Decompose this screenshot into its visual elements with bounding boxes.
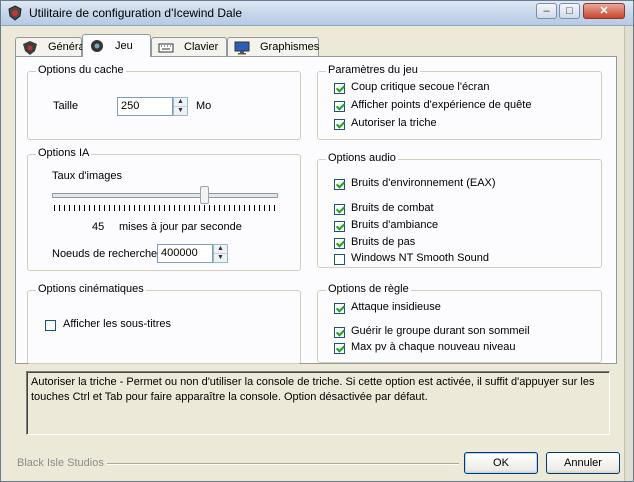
minimize-button[interactable]: – bbox=[536, 3, 557, 19]
frame-rate-value: 45 bbox=[92, 221, 105, 233]
monitor-icon bbox=[234, 41, 250, 55]
group-audio: Options audio Bruits d'environnement (EA… bbox=[317, 152, 602, 268]
audio-label-3[interactable]: Bruits de pas bbox=[351, 236, 415, 248]
rules-label-1[interactable]: Guérir le groupe durant son sommeil bbox=[351, 325, 530, 337]
maximize-icon: □ bbox=[566, 5, 573, 17]
spin-up-icon[interactable]: ▲ bbox=[214, 245, 227, 254]
slider-ticks bbox=[54, 205, 276, 211]
group-title: Paramètres du jeu bbox=[326, 64, 420, 76]
group-cache: Options du cache Taille 250 ▲ ▼ Mo bbox=[27, 64, 301, 140]
pathfinding-input[interactable]: 400000 bbox=[157, 244, 213, 263]
tab-label: Clavier bbox=[184, 41, 219, 53]
audio-checkbox-1[interactable] bbox=[334, 204, 345, 215]
subtitles-label[interactable]: Afficher les sous-titres bbox=[63, 318, 171, 330]
cache-size-label: Taille bbox=[53, 100, 79, 112]
close-icon: ✕ bbox=[599, 5, 609, 17]
cancel-button[interactable]: Annuler bbox=[546, 452, 620, 474]
frame-rate-unit: mises à jour par seconde bbox=[119, 221, 242, 233]
app-icon bbox=[8, 5, 22, 21]
audio-checkbox-2[interactable] bbox=[334, 221, 345, 232]
footer-divider bbox=[107, 463, 459, 465]
keyboard-icon bbox=[158, 43, 174, 53]
spin-up-icon[interactable]: ▲ bbox=[174, 98, 187, 107]
cache-size-unit: Mo bbox=[196, 100, 212, 112]
minimize-icon: – bbox=[543, 5, 550, 17]
frame-rate-label: Taux d'images bbox=[52, 170, 122, 182]
frame-rate-slider[interactable] bbox=[52, 186, 278, 213]
game-checkbox-2[interactable] bbox=[334, 119, 345, 130]
tab-clavier[interactable]: Clavier bbox=[151, 37, 227, 56]
group-title: Options du cache bbox=[36, 64, 126, 76]
company-label: Black Isle Studios bbox=[17, 457, 104, 469]
gear-icon bbox=[91, 40, 103, 52]
audio-label-0[interactable]: Bruits d'environnement (EAX) bbox=[351, 177, 496, 189]
audio-checkbox-3[interactable] bbox=[334, 238, 345, 249]
pathfinding-spinner[interactable]: ▲ ▼ bbox=[213, 244, 228, 263]
game-label-2[interactable]: Autoriser la triche bbox=[351, 117, 437, 129]
ok-button[interactable]: OK bbox=[464, 452, 538, 474]
group-ai: Options IA Taux d'images 45 mises à jour… bbox=[27, 147, 301, 271]
audio-label-2[interactable]: Bruits d'ambiance bbox=[351, 219, 438, 231]
group-rules: Options de règle Attaque insidieuse Guér… bbox=[317, 283, 602, 363]
group-title: Options audio bbox=[326, 152, 398, 164]
rules-label-2[interactable]: Max pv à chaque nouveau niveau bbox=[351, 341, 516, 353]
tab-general[interactable]: Général bbox=[15, 37, 87, 56]
shield-icon bbox=[23, 41, 37, 55]
group-title: Options IA bbox=[36, 147, 92, 159]
pathfinding-label: Noeuds de recherche bbox=[52, 248, 158, 260]
rules-checkbox-2[interactable] bbox=[334, 343, 345, 354]
rules-checkbox-0[interactable] bbox=[334, 303, 345, 314]
audio-label-1[interactable]: Bruits de combat bbox=[351, 202, 434, 214]
window-title: Utilitaire de configuration d'Icewind Da… bbox=[29, 6, 243, 20]
audio-label-4[interactable]: Windows NT Smooth Sound bbox=[351, 252, 489, 264]
game-label-0[interactable]: Coup critique secoue l'écran bbox=[351, 81, 489, 93]
spin-down-icon[interactable]: ▼ bbox=[174, 107, 187, 115]
tab-label: Graphismes bbox=[260, 41, 320, 53]
game-label-1[interactable]: Afficher points d'expérience de quête bbox=[351, 99, 531, 111]
group-cinematics: Options cinématiques Afficher les sous-t… bbox=[27, 283, 301, 364]
game-checkbox-1[interactable] bbox=[334, 101, 345, 112]
tab-graphismes[interactable]: Graphismes bbox=[227, 37, 319, 56]
spin-down-icon[interactable]: ▼ bbox=[214, 254, 227, 262]
cache-size-spinner[interactable]: ▲ ▼ bbox=[173, 97, 188, 116]
config-window: Utilitaire de configuration d'Icewind Da… bbox=[0, 0, 634, 482]
group-title: Options de règle bbox=[326, 283, 411, 295]
rules-label-0[interactable]: Attaque insidieuse bbox=[351, 301, 441, 313]
subtitles-checkbox[interactable] bbox=[45, 320, 56, 331]
tab-label: Jeu bbox=[115, 40, 133, 52]
slider-track bbox=[52, 193, 278, 198]
cache-size-input[interactable]: 250 bbox=[117, 97, 173, 116]
group-title: Options cinématiques bbox=[36, 283, 146, 295]
group-game: Paramètres du jeu Coup critique secoue l… bbox=[317, 64, 602, 140]
title-bar[interactable]: Utilitaire de configuration d'Icewind Da… bbox=[1, 1, 633, 26]
maximize-button[interactable]: □ bbox=[559, 3, 580, 19]
slider-thumb[interactable] bbox=[199, 186, 209, 204]
audio-checkbox-0[interactable] bbox=[334, 179, 345, 190]
tab-jeu[interactable]: Jeu bbox=[82, 34, 151, 57]
side-scrollbar[interactable] bbox=[624, 26, 633, 481]
audio-checkbox-4[interactable] bbox=[334, 254, 345, 265]
rules-checkbox-1[interactable] bbox=[334, 327, 345, 338]
tab-panel-jeu: Options du cache Taille 250 ▲ ▼ Mo Optio… bbox=[15, 56, 617, 364]
close-button[interactable]: ✕ bbox=[583, 3, 625, 19]
description-box: Autoriser la triche - Permet ou non d'ut… bbox=[26, 371, 610, 435]
game-checkbox-0[interactable] bbox=[334, 83, 345, 94]
